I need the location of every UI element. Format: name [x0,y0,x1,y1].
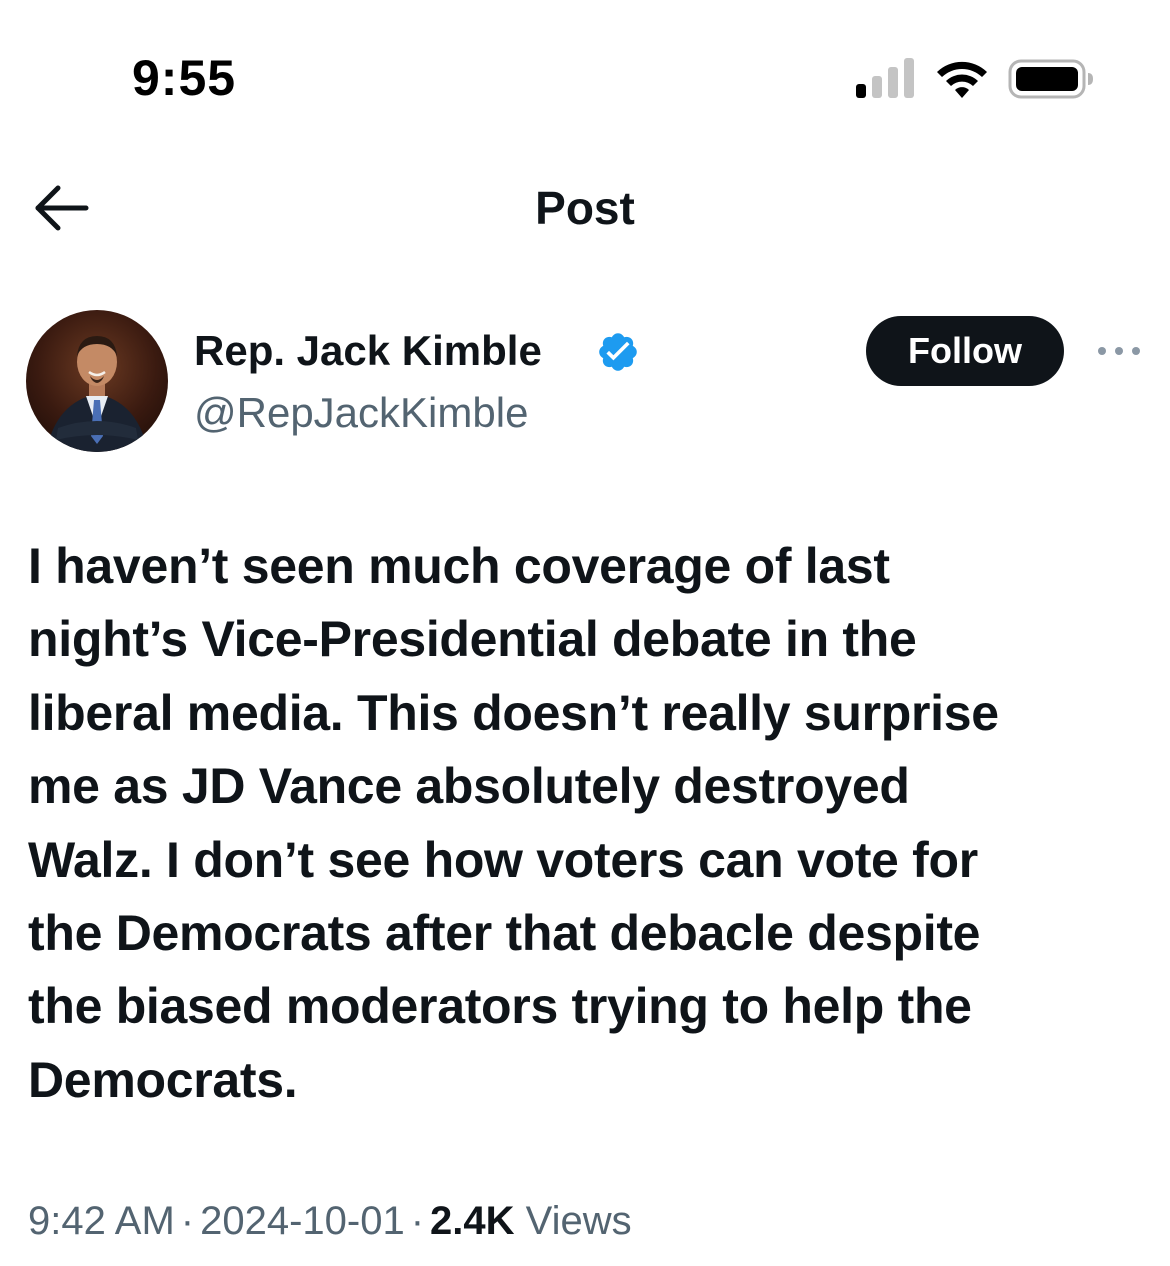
wifi-icon [937,61,987,98]
post-time[interactable]: 9:42 AM [28,1199,175,1243]
post-text-line: I haven’t seen much coverage of last [28,538,890,594]
more-horizontal-icon[interactable] [1094,334,1144,368]
battery-icon [1008,59,1093,99]
author-handle[interactable]: @RepJackKimble [194,388,528,438]
post-text-line: me as JD Vance absolutely destroyed [28,758,910,815]
views-label[interactable]: Views [526,1199,632,1243]
post-text: I haven’t seen much coverage of last nig… [28,530,1138,1117]
page-title: Post [535,182,635,234]
follow-button[interactable]: Follow [866,316,1064,386]
cellular-signal-icon [856,58,914,98]
post-text-line: Democrats. [28,1051,298,1108]
avatar[interactable] [26,310,168,452]
post-text-line: Walz. I don’t see how voters can vote fo… [28,831,978,888]
post-text-line: the Democrats after that debacle despite [28,905,981,962]
post-text-line: liberal media. This doesn’t really surpr… [28,684,999,741]
separator: · [410,1199,425,1243]
post-date[interactable]: 2024-10-01 [200,1199,405,1243]
verified-badge-icon [599,333,637,371]
status-time: 9:55 [132,50,237,106]
post-meta: 9:42 AM · 2024-10-01 · 2.4K Views [28,1196,632,1246]
post-text-line: night’s Vice-Presidential debate in the [28,611,917,668]
post-text-line: the biased moderators trying to help the [28,978,972,1035]
views-count[interactable]: 2.4K [430,1199,515,1243]
separator: · [180,1199,195,1243]
author-name[interactable]: Rep. Jack Kimble [194,326,542,376]
